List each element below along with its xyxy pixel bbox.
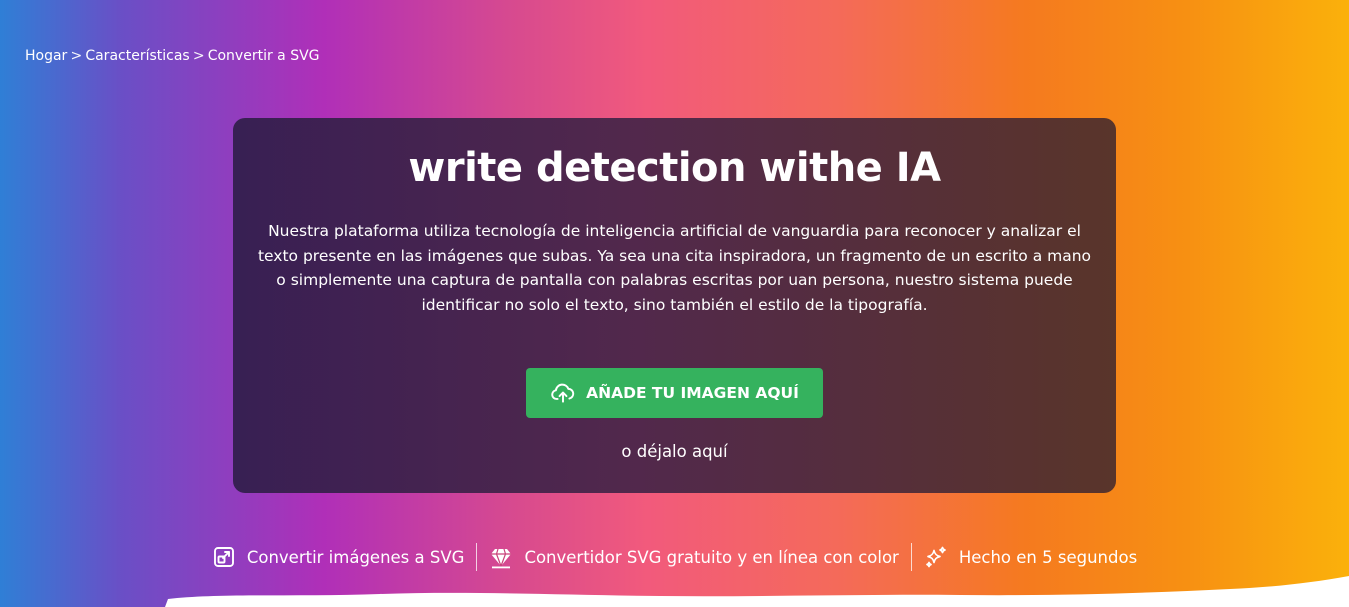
cloud-upload-icon [551,383,575,403]
bottom-wave-decoration [165,576,1349,607]
breadcrumb-features-link[interactable]: Características [85,48,189,64]
external-link-icon [213,547,234,567]
diamond-icon [491,548,512,569]
feature-label: Convertir imágenes a SVG [246,547,465,567]
feature-item: Convertir imágenes a SVG [200,545,477,569]
upload-card[interactable]: write detection withe IA Nuestra platafo… [233,118,1116,493]
sparkles-icon [925,546,946,568]
card-description: Nuestra plataforma utiliza tecnología de… [257,222,1092,314]
breadcrumb-current: Convertir a SVG [207,48,320,64]
page-title: write detection withe IA [408,145,941,191]
feature-item: Hecho en 5 segundos [912,545,1149,569]
drop-zone-hint: o déjalo aquí [621,442,728,461]
feature-item: Convertidor SVG gratuito y en línea con … [477,545,910,569]
breadcrumb-home-link[interactable]: Hogar [25,48,67,64]
breadcrumb-separator: > [70,48,83,64]
feature-label: Convertidor SVG gratuito y en línea con … [524,547,899,567]
upload-image-button-label: AÑADE TU IMAGEN AQUÍ [586,384,799,402]
breadcrumb-separator: > [192,48,205,64]
upload-image-button[interactable]: AÑADE TU IMAGEN AQUÍ [526,368,823,418]
feature-label: Hecho en 5 segundos [958,547,1138,567]
breadcrumb: Hogar > Características > Convertir a SV… [25,48,320,64]
